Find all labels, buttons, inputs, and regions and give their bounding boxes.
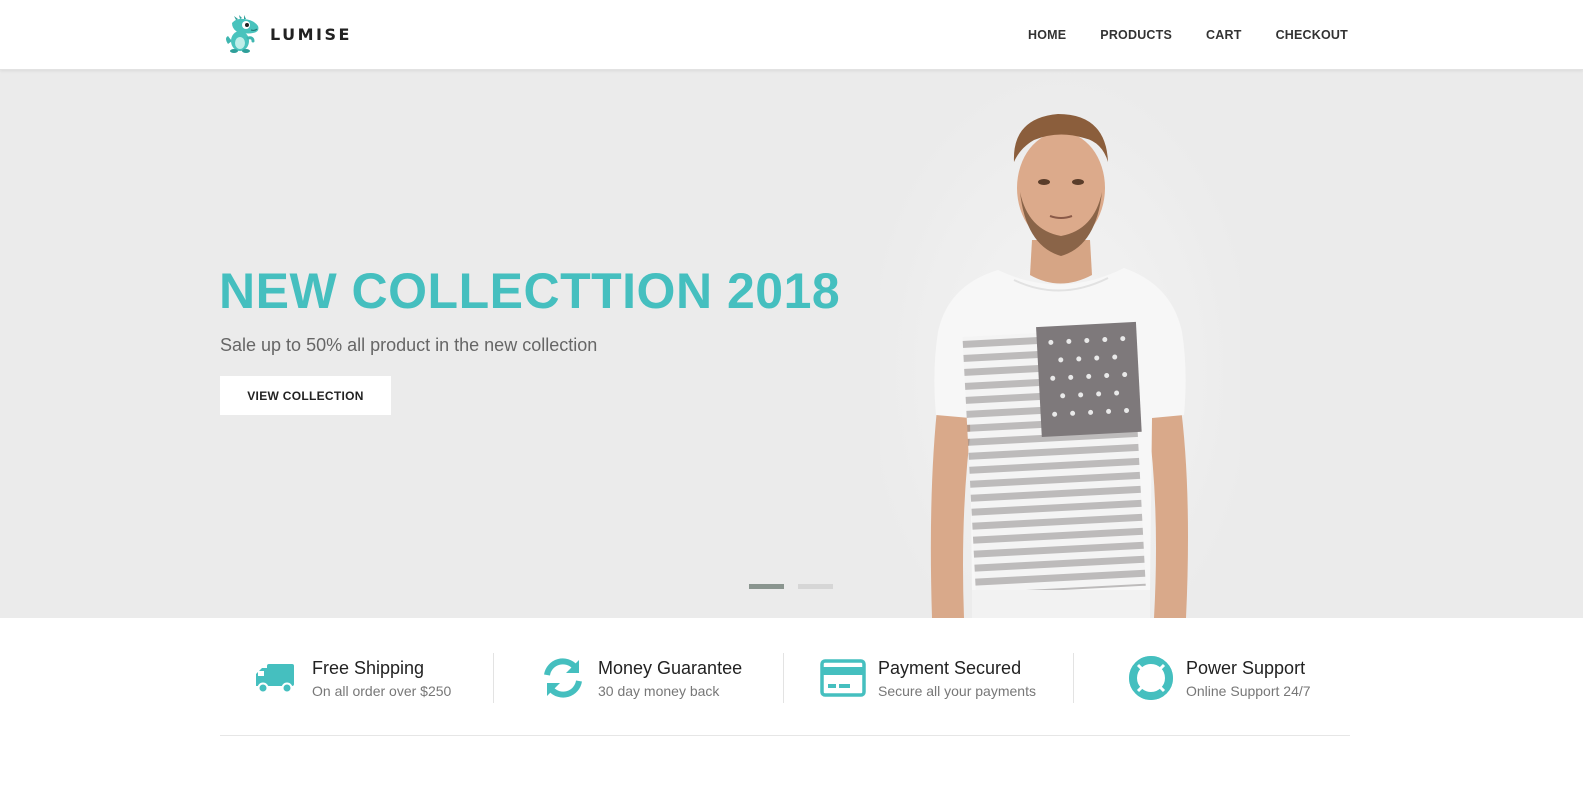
slider-dot-2[interactable]	[798, 584, 833, 589]
feature-power-support: Power Support Online Support 24/7	[1074, 650, 1350, 706]
dinosaur-mascot-icon	[226, 15, 259, 53]
hero-title: NEW COLLECTTION 2018	[219, 263, 841, 319]
main-nav: HOME PRODUCTS CART CHECKOUT	[994, 0, 1348, 70]
feature-desc: Secure all your payments	[878, 683, 1036, 699]
feature-money-guarantee: Money Guarantee 30 day money back	[494, 650, 784, 706]
feature-desc: On all order over $250	[312, 683, 452, 699]
hero-model-image	[880, 70, 1240, 618]
feature-desc: 30 day money back	[598, 683, 720, 699]
feature-title: Money Guarantee	[598, 658, 743, 678]
feature-payment-secured: Payment Secured Secure all your payments	[784, 650, 1074, 706]
feature-title: Power Support	[1186, 658, 1306, 678]
hero-subtitle: Sale up to 50% all product in the new co…	[220, 335, 598, 355]
logo[interactable]: LUMISE	[222, 14, 352, 54]
credit-card-icon	[820, 659, 866, 697]
features-bar: Free Shipping On all order over $250 Mon…	[220, 650, 1350, 706]
truck-icon	[256, 664, 294, 694]
lifebuoy-icon	[1129, 656, 1173, 700]
nav-cart[interactable]: CART	[1206, 28, 1242, 42]
nav-home[interactable]: HOME	[1028, 28, 1066, 42]
nav-checkout[interactable]: CHECKOUT	[1276, 28, 1348, 42]
feature-desc: Online Support 24/7	[1186, 683, 1311, 699]
feature-free-shipping: Free Shipping On all order over $250	[220, 650, 494, 706]
brand-name: LUMISE	[270, 24, 352, 44]
nav-products[interactable]: PRODUCTS	[1100, 28, 1172, 42]
hero-banner: NEW COLLECTTION 2018 Sale up to 50% all …	[0, 70, 1583, 618]
feature-title: Payment Secured	[878, 658, 1022, 678]
view-collection-button[interactable]: VIEW COLLECTION	[220, 376, 391, 415]
section-divider	[220, 735, 1350, 736]
feature-title: Free Shipping	[312, 658, 425, 678]
site-header: LUMISE HOME PRODUCTS CART CHECKOUT	[0, 0, 1583, 70]
slider-pagination	[749, 584, 847, 589]
slider-dot-1[interactable]	[749, 584, 784, 589]
refresh-icon	[544, 658, 582, 698]
